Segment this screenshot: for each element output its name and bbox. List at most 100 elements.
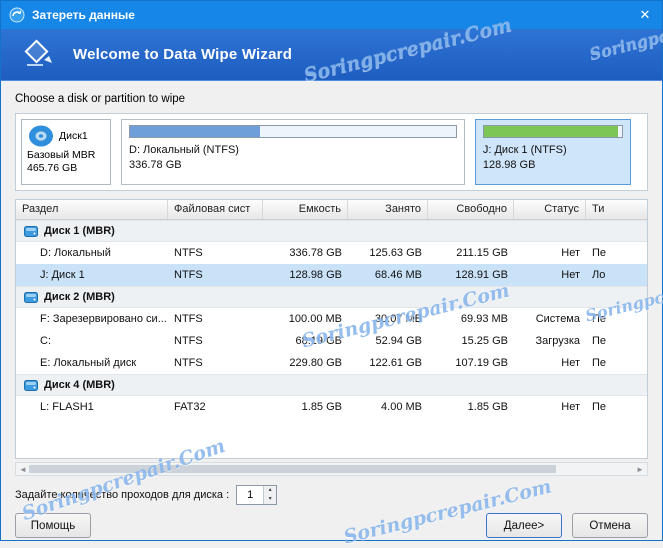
partition-row[interactable]: D: Локальный NTFS 336.78 GB 125.63 GB 211.15…: [16, 242, 647, 264]
disk-group-row[interactable]: Диск 1 (MBR): [16, 220, 647, 242]
spin-down-icon[interactable]: ▾: [264, 495, 277, 504]
disk-icon: [24, 291, 38, 303]
disk-type: Базовый MBR: [27, 149, 96, 161]
cell: FAT32: [174, 401, 206, 413]
cell: Нет: [561, 357, 580, 369]
spin-up-icon[interactable]: ▴: [264, 486, 277, 495]
passes-spinbox: ▴ ▾: [236, 485, 278, 505]
scroll-right-icon[interactable]: ►: [635, 465, 645, 474]
instruction-label: Choose a disk or partition to wipe: [15, 93, 186, 105]
partition-box[interactable]: D: Локальный (NTFS) 336.78 GB: [121, 119, 465, 185]
column-header[interactable]: Статус: [514, 200, 586, 219]
cell: Пе: [592, 401, 607, 413]
cancel-button[interactable]: Отмена: [572, 513, 648, 538]
cell: Нет: [561, 269, 580, 281]
column-header[interactable]: Свободно: [428, 200, 514, 219]
partition-usage-fill: [483, 126, 618, 137]
passes-label: Задайте количество проходов для диска :: [15, 489, 230, 501]
partition-boxes: D: Локальный (NTFS) 336.78 GB J: Диск 1 (N…: [121, 119, 642, 185]
cell: C:: [40, 335, 51, 347]
cell: 15.25 GB: [461, 335, 508, 347]
table-body: Диск 1 (MBR) D: Локальный NTFS 336.78 GB 125…: [16, 220, 647, 458]
partition-row[interactable]: L: FLASH1 FAT32 1.85 GB 4.00 MB 1.85 GB Нет Пе: [16, 396, 647, 418]
cell: NTFS: [174, 357, 203, 369]
wizard-header: Welcome to Data Wipe Wizard: [1, 29, 662, 81]
help-button[interactable]: Помощь: [15, 513, 91, 538]
cell: 4.00 MB: [381, 401, 422, 413]
cell: 100.00 MB: [288, 313, 342, 325]
cell: 211.15 GB: [456, 247, 508, 259]
disk-icon: [24, 225, 38, 237]
disk-icon: [27, 124, 55, 148]
table-header-row: Раздел Файловая сист Емкость Занято Свободно…: [16, 200, 647, 220]
cell: NTFS: [174, 247, 203, 259]
disk-overview-strip: Диск1 Базовый MBR 465.76 GB D: Локальный…: [15, 113, 648, 191]
cell: 30.07 MB: [374, 313, 422, 325]
dialog-body: Choose a disk or partition to wipe Диск1…: [1, 81, 662, 505]
window-title: Затереть данные: [32, 8, 135, 22]
cell: 52.94 GB: [375, 335, 422, 347]
partition-usage-fill: [130, 126, 261, 137]
column-header[interactable]: Емкость: [263, 200, 348, 219]
cell: 128.98 GB: [289, 269, 342, 281]
cell: 68.46 MB: [374, 269, 422, 281]
disk-group-row[interactable]: Диск 2 (MBR): [16, 286, 647, 308]
cell: 122.61 GB: [369, 357, 422, 369]
partition-size: 128.98 GB: [482, 159, 536, 171]
cell: L: FLASH1: [40, 401, 94, 413]
column-header[interactable]: Занято: [348, 200, 428, 219]
cell: Пе: [592, 357, 607, 369]
cell: 1.85 GB: [301, 401, 342, 413]
cell: NTFS: [174, 269, 203, 281]
close-icon[interactable]: ✕: [634, 4, 656, 26]
dialog-footer: Помощь Далее> Отмена: [1, 513, 662, 538]
cell: 69.93 MB: [460, 313, 508, 325]
horizontal-scrollbar[interactable]: ◄ ►: [15, 462, 648, 476]
partition-row[interactable]: J: Диск 1 NTFS 128.98 GB 68.46 MB 128.91 GB Н…: [16, 264, 647, 286]
cell: 128.91 GB: [455, 269, 508, 281]
next-button[interactable]: Далее>: [486, 513, 562, 538]
partition-row[interactable]: E: Локальный диск NTFS 229.80 GB 122.61 GB 1…: [16, 352, 647, 374]
cell: 107.19 GB: [455, 357, 508, 369]
cell: Загрузка: [535, 335, 580, 347]
cell: 125.63 GB: [369, 247, 422, 259]
passes-input[interactable]: [237, 486, 264, 504]
disk-group-label: Диск 2 (MBR): [16, 291, 647, 303]
partition-label: D: Локальный (NTFS): [129, 144, 239, 156]
cell: Пе: [592, 313, 607, 325]
column-header[interactable]: Раздел: [16, 200, 168, 219]
partition-row[interactable]: F: Зарезервировано си... NTFS 100.00 MB 30.…: [16, 308, 647, 330]
disk-size: 465.76 GB: [27, 162, 78, 174]
scrollbar-thumb[interactable]: [29, 465, 556, 473]
column-header[interactable]: Ти: [586, 200, 647, 219]
partition-row[interactable]: C: NTFS 68.19 GB 52.94 GB 15.25 GB Загрузка Пе: [16, 330, 647, 352]
wizard-title: Welcome to Data Wipe Wizard: [73, 46, 293, 63]
cell: F: Зарезервировано си...: [40, 313, 167, 325]
cell: E: Локальный диск: [40, 357, 137, 369]
partition-size: 336.78 GB: [129, 159, 182, 171]
scroll-left-icon[interactable]: ◄: [18, 465, 28, 474]
disk-info-box[interactable]: Диск1 Базовый MBR 465.76 GB: [21, 119, 111, 185]
partition-label: J: Диск 1 (NTFS): [482, 144, 567, 156]
cell: Система: [535, 313, 580, 325]
cell: 336.78 GB: [289, 247, 342, 259]
cell: Нет: [561, 401, 580, 413]
cell: 229.80 GB: [289, 357, 342, 369]
cell: 68.19 GB: [295, 335, 342, 347]
cell: Пе: [592, 335, 607, 347]
partitions-table: Раздел Файловая сист Емкость Занято Свободно…: [15, 199, 648, 459]
partition-box[interactable]: J: Диск 1 (NTFS) 128.98 GB: [474, 119, 632, 185]
cell: NTFS: [174, 313, 203, 325]
partition-usage-bar: [129, 125, 457, 138]
cell: D: Локальный: [40, 247, 111, 259]
column-header[interactable]: Файловая сист: [168, 200, 263, 219]
disk-group-row[interactable]: Диск 4 (MBR): [16, 374, 647, 396]
passes-row: Задайте количество проходов для диска : …: [15, 485, 648, 505]
wizard-icon: [17, 38, 57, 71]
cell: NTFS: [174, 335, 203, 347]
cell: Пе: [592, 247, 607, 259]
cell: 1.85 GB: [467, 401, 508, 413]
cell: J: Диск 1: [40, 269, 85, 281]
cell: Ло: [592, 269, 606, 281]
titlebar: Затереть данные ✕: [1, 1, 662, 29]
